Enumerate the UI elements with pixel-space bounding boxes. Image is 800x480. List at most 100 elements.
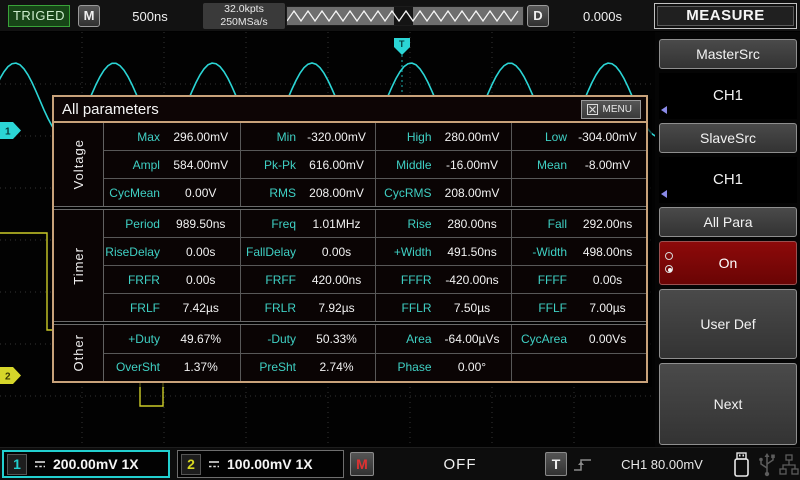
dc-coupling-icon (32, 458, 48, 470)
usb-storage-icon (731, 452, 752, 478)
param-value: 989.50ns (165, 217, 240, 231)
param-value: -420.00ns (437, 273, 511, 287)
table-row: Period989.50nsFreq1.01MHzRise280.00nsFal… (104, 210, 646, 237)
waveform-preview-strip[interactable] (286, 6, 524, 26)
table-row: +Duty49.67%-Duty50.33%Area-64.00µVsCycAr… (104, 325, 646, 352)
ch2-status-box[interactable]: 2 100.00mV 1X (177, 450, 344, 478)
param-value: 0.00s (572, 273, 646, 287)
section-voltage: VoltageMax296.00mVMin-320.00mVHigh280.00… (54, 123, 646, 206)
param-label: Ampl (104, 158, 165, 172)
param-cell: -Duty50.33% (240, 325, 376, 352)
param-cell: FRLF7.42µs (104, 294, 240, 321)
timebase-readout: 500ns (105, 9, 195, 24)
param-value: 1.37% (165, 360, 240, 374)
param-value: 292.00ns (572, 217, 646, 231)
param-label: +Width (376, 245, 437, 259)
dc-coupling-icon (206, 458, 222, 470)
math-button[interactable]: M (350, 452, 374, 476)
param-value: 280.00ns (437, 217, 511, 231)
param-cell: Pk-Pk616.00mV (240, 151, 376, 178)
param-label: Phase (376, 360, 437, 374)
param-cell: FallDelay0.00s (240, 238, 376, 265)
softkey-user-def[interactable]: User Def (659, 289, 797, 359)
param-label: Fall (512, 217, 573, 231)
param-value: 208.00mV (301, 186, 375, 200)
param-label: FallDelay (241, 245, 302, 259)
param-value: 0.00° (437, 360, 511, 374)
param-value: 50.33% (301, 332, 375, 346)
section-label: Timer (54, 210, 104, 321)
math-status: OFF (385, 448, 535, 480)
softkey-slavesrc[interactable]: SlaveSrc (659, 123, 797, 153)
table-row: RiseDelay0.00sFallDelay0.00s+Width491.50… (104, 237, 646, 265)
ch2-level-marker[interactable]: 2 (0, 367, 22, 384)
param-cell: CycRMS208.00mV (375, 179, 511, 206)
param-label: Area (376, 332, 437, 346)
param-value: 498.00ns (572, 245, 646, 259)
trigger-position-marker[interactable]: T (394, 38, 411, 56)
param-cell: Rise280.00ns (375, 210, 511, 237)
param-label: Rise (376, 217, 437, 231)
dialog-menu-label: MENU (603, 101, 632, 118)
svg-text:2: 2 (5, 372, 11, 383)
softkey-next[interactable]: Next (659, 363, 797, 445)
ch1-level-marker[interactable]: 1 (0, 122, 22, 139)
param-cell: FRLR7.92µs (240, 294, 376, 321)
param-value: -320.00mV (301, 130, 375, 144)
param-cell: FFFF0.00s (511, 266, 647, 293)
table-row: OverSht1.37%PreSht2.74%Phase0.00° (104, 353, 646, 381)
param-cell: Ampl584.00mV (104, 151, 240, 178)
param-label: -Duty (241, 332, 302, 346)
dialog-menu-button[interactable]: MENU (581, 100, 641, 119)
param-value: 7.00µs (572, 301, 646, 315)
table-row: Max296.00mVMin-320.00mVHigh280.00mVLow-3… (104, 123, 646, 150)
param-cell: FRFR0.00s (104, 266, 240, 293)
table-row: CycMean0.00VRMS208.00mVCycRMS208.00mV (104, 178, 646, 206)
svg-text:T: T (399, 39, 405, 49)
usb-device-icon (757, 452, 777, 478)
ch2-badge: 2 (181, 454, 201, 475)
trigger-level-readout: CH1 80.00mV (603, 448, 721, 480)
param-cell: -Width498.00ns (511, 238, 647, 265)
param-cell: +Duty49.67% (104, 325, 240, 352)
param-cell: RMS208.00mV (240, 179, 376, 206)
param-label: Freq (241, 217, 302, 231)
param-value: 491.50ns (437, 245, 511, 259)
radio-on-icon (665, 265, 673, 273)
all-parameters-dialog: All parameters MENU VoltageMax296.00mVMi… (52, 95, 648, 383)
active-menu-title: MEASURE (654, 3, 797, 29)
delay-menu-button[interactable]: D (527, 5, 549, 27)
param-value: 296.00mV (165, 130, 240, 144)
param-value: 280.00mV (437, 130, 511, 144)
param-cell: Period989.50ns (104, 210, 240, 237)
softkey-mastersrc[interactable]: MasterSrc (659, 39, 797, 69)
softkey-mastersrc-value[interactable]: CH1 (659, 73, 797, 119)
param-label: Middle (376, 158, 437, 172)
param-cell: Middle-16.00mV (375, 151, 511, 178)
softkey-slavesrc-value[interactable]: CH1 (659, 157, 797, 203)
top-status-bar: TRIGED M 500ns 32.0kpts 250MSa/s D 0.000… (0, 0, 800, 32)
softkey-menu: MasterSrc CH1 SlaveSrc CH1 All Para On U… (655, 32, 800, 447)
param-cell: Freq1.01MHz (240, 210, 376, 237)
param-value: 0.00Vs (572, 332, 646, 346)
param-value: 0.00s (165, 245, 240, 259)
param-cell: RiseDelay0.00s (104, 238, 240, 265)
param-cell: Low-304.00mV (511, 123, 647, 150)
ch1-badge: 1 (7, 454, 27, 475)
softkey-all-para-on[interactable]: On (659, 241, 797, 285)
param-label: RMS (241, 186, 302, 200)
param-value: 0.00V (165, 186, 240, 200)
oscilloscope-screen: TRIGED M 500ns 32.0kpts 250MSa/s D 0.000… (0, 0, 800, 480)
param-cell: Phase0.00° (375, 354, 511, 381)
softkey-all-para[interactable]: All Para (659, 207, 797, 237)
chevron-left-icon (661, 106, 667, 114)
param-value: 0.00s (165, 273, 240, 287)
ch1-status-box[interactable]: 1 200.00mV 1X (2, 450, 170, 478)
horizontal-menu-button[interactable]: M (78, 5, 100, 27)
trigger-button[interactable]: T (545, 452, 567, 476)
param-cell: High280.00mV (375, 123, 511, 150)
ch1-scale: 200.00mV 1X (53, 456, 139, 472)
param-cell (511, 179, 647, 206)
param-label: CycMean (104, 186, 165, 200)
param-cell: FFLF7.00µs (511, 294, 647, 321)
